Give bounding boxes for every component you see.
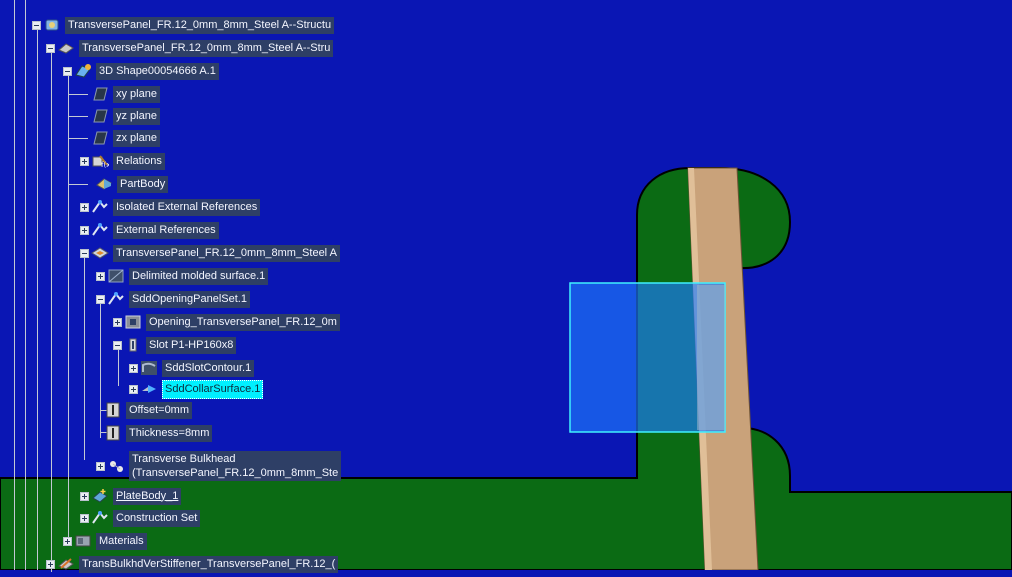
surface-icon — [107, 268, 125, 284]
geometric-set-icon — [107, 291, 125, 307]
tree-item-isolated-external-references[interactable]: Isolated External References — [80, 197, 261, 217]
expand-toggle[interactable] — [80, 513, 89, 523]
tree-item-label: SddOpeningPanelSet.1 — [129, 290, 250, 308]
collapse-toggle[interactable] — [113, 340, 122, 350]
collapse-toggle[interactable] — [46, 43, 55, 53]
tree-item-label: External References — [113, 221, 219, 239]
expand-toggle[interactable] — [80, 491, 89, 501]
part-icon — [57, 40, 75, 56]
expand-toggle[interactable] — [80, 202, 89, 212]
materials-icon — [74, 533, 92, 549]
expand-toggle[interactable] — [96, 461, 105, 471]
tree-item-transverse-panel[interactable]: TransversePanel_FR.12_0mm_8mm_Steel A — [80, 243, 340, 263]
tree-item-label: Thickness=8mm — [126, 424, 213, 442]
svg-text:f(x): f(x) — [101, 161, 109, 169]
tree-item-label: zx plane — [113, 129, 160, 147]
collapse-toggle[interactable] — [80, 248, 89, 258]
tree-item-materials[interactable]: Materials — [63, 531, 147, 551]
bulkhead-icon — [107, 458, 125, 474]
tree-item-offset-parameter[interactable]: Offset=0mm — [104, 400, 193, 420]
tree-item-part[interactable]: TransversePanel_FR.12_0mm_8mm_Steel A--S… — [46, 38, 334, 58]
collapse-toggle[interactable] — [96, 294, 105, 304]
tree-item-label: SddSlotContour.1 — [162, 359, 255, 377]
expand-toggle[interactable] — [113, 317, 122, 327]
specification-tree: TransversePanel_FR.12_0mm_8mm_Steel A--S… — [0, 0, 350, 573]
tree-item-label: Isolated External References — [113, 198, 261, 216]
partbody-icon — [95, 176, 113, 192]
tree-item-label: Opening_TransversePanel_FR.12_0m — [146, 313, 340, 331]
tree-item-yz-plane[interactable]: yz plane — [91, 106, 160, 126]
tree-item-sdd-collar-surface[interactable]: SddCollarSurface.1 — [129, 379, 264, 399]
tree-item-label: Construction Set — [113, 509, 201, 527]
tree-item-sdd-opening-panel-set[interactable]: SddOpeningPanelSet.1 — [96, 289, 250, 309]
collapse-toggle[interactable] — [63, 66, 72, 76]
contour-icon — [140, 360, 158, 376]
tree-item-delimited-molded-surface[interactable]: Delimited molded surface.1 — [96, 266, 269, 286]
geometric-set-icon — [91, 222, 109, 238]
expand-toggle[interactable] — [96, 271, 105, 281]
tree-item-relations[interactable]: f(x) Relations — [80, 151, 165, 171]
tree-item-transverse-bulkhead[interactable]: Transverse Bulkhead (TransversePanel_FR.… — [96, 449, 342, 483]
tree-item-label: TransversePanel_FR.12_0mm_8mm_Steel A — [113, 244, 340, 262]
collapse-toggle[interactable] — [32, 20, 41, 30]
tree-item-label-selected: SddCollarSurface.1 — [162, 379, 264, 399]
expand-toggle[interactable] — [80, 156, 89, 166]
tree-item-label: Delimited molded surface.1 — [129, 267, 269, 285]
expand-toggle[interactable] — [129, 384, 138, 394]
tree-item-label: 3D Shape00054666 A.1 — [96, 62, 219, 80]
tree-item-label: TransversePanel_FR.12_0mm_8mm_Steel A--S… — [65, 16, 335, 34]
plane-icon — [91, 130, 109, 146]
product-icon — [43, 17, 61, 33]
tree-item-label: xy plane — [113, 85, 160, 103]
tree-item-label: Relations — [113, 152, 165, 170]
panel-icon — [91, 245, 109, 261]
expand-toggle[interactable] — [129, 363, 138, 373]
shape-icon — [74, 63, 92, 79]
slot-icon — [124, 337, 142, 353]
parameter-icon — [104, 425, 122, 441]
tree-item-label: PlateBody_1 — [113, 487, 182, 505]
tree-item-label-multiline: Transverse Bulkhead (TransversePanel_FR.… — [129, 451, 342, 481]
tree-item-opening[interactable]: Opening_TransversePanel_FR.12_0m — [113, 312, 340, 332]
tree-item-label: PartBody — [117, 175, 169, 193]
plane-icon — [91, 108, 109, 124]
tree-item-stiffener-part[interactable]: TransBulkhdVerStiffener_TransversePanel_… — [46, 554, 339, 574]
parameter-icon — [104, 402, 122, 418]
tree-item-sdd-slot-contour[interactable]: SddSlotContour.1 — [129, 358, 255, 378]
tree-item-label-line1: Transverse Bulkhead — [132, 453, 236, 465]
tree-item-construction-set[interactable]: Construction Set — [80, 508, 201, 528]
tree-item-label: yz plane — [113, 107, 160, 125]
relations-icon: f(x) — [91, 153, 113, 169]
expand-toggle[interactable] — [80, 225, 89, 235]
platebody-icon — [91, 488, 109, 504]
tree-item-xy-plane[interactable]: xy plane — [91, 84, 160, 104]
geometric-set-icon — [91, 510, 109, 526]
tree-item-label-line2: (TransversePanel_FR.12_0mm_8mm_Ste — [132, 467, 339, 479]
tree-item-3d-shape[interactable]: 3D Shape00054666 A.1 — [63, 61, 219, 81]
geometric-set-icon — [91, 199, 109, 215]
expand-toggle[interactable] — [63, 536, 72, 546]
tree-item-zx-plane[interactable]: zx plane — [91, 128, 160, 148]
tree-item-partbody[interactable]: PartBody — [95, 174, 169, 194]
tree-item-label: Materials — [96, 532, 147, 550]
collar-surface-overlap — [697, 285, 725, 430]
tree-item-thickness-parameter[interactable]: Thickness=8mm — [104, 423, 213, 443]
opening-icon — [124, 314, 142, 330]
tree-item-label: TransversePanel_FR.12_0mm_8mm_Steel A--S… — [79, 39, 334, 57]
tree-item-platebody[interactable]: PlateBody_1 — [80, 486, 182, 506]
tree-item-product[interactable]: TransversePanel_FR.12_0mm_8mm_Steel A--S… — [32, 15, 335, 35]
tree-item-label: Offset=0mm — [126, 401, 193, 419]
tree-item-label: Slot P1-HP160x8 — [146, 336, 237, 354]
plane-icon — [91, 86, 109, 102]
tree-item-external-references[interactable]: External References — [80, 220, 219, 240]
expand-toggle[interactable] — [46, 559, 55, 569]
tree-item-slot[interactable]: Slot P1-HP160x8 — [113, 335, 237, 355]
collar-surface-icon — [140, 381, 158, 397]
